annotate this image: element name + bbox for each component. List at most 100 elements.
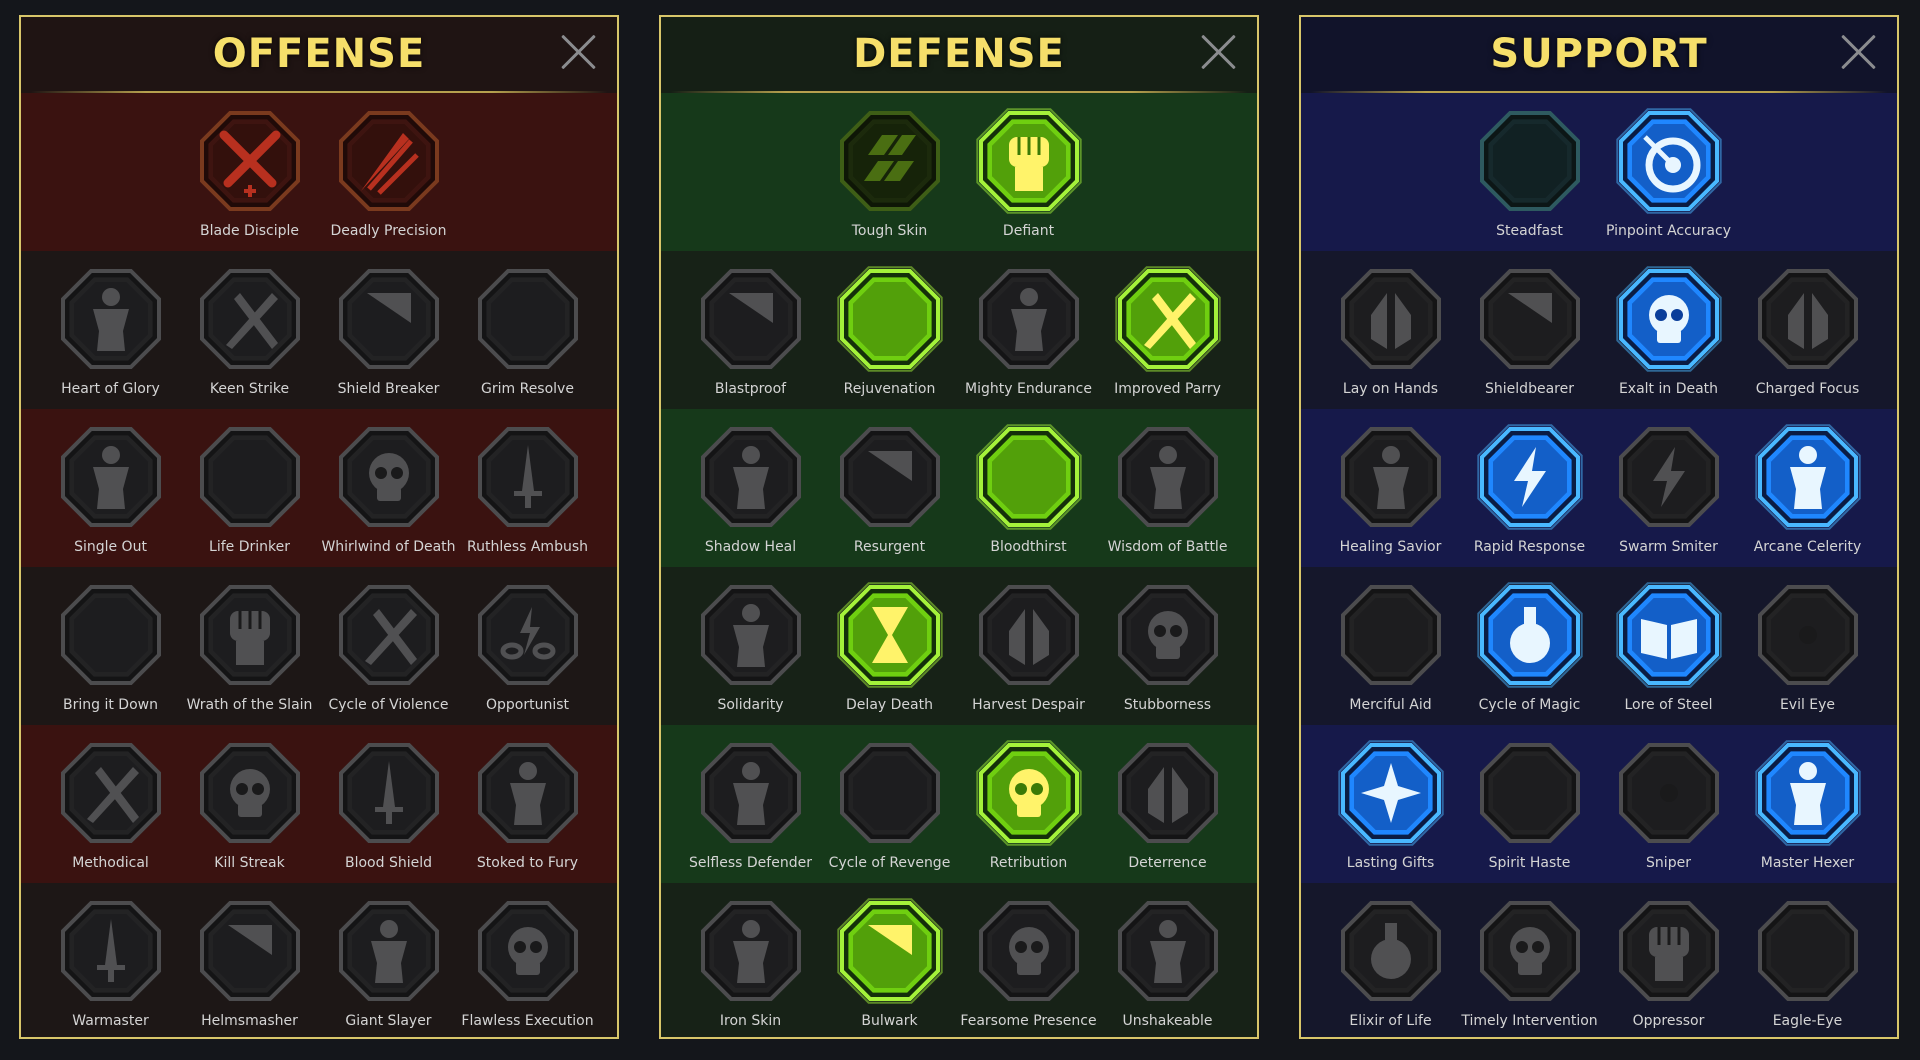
crowd-icon [701,585,801,685]
skill-kill-streak[interactable]: Kill Streak [190,725,309,883]
skill-defiant[interactable]: Defiant [969,93,1088,251]
skill-sniper[interactable]: Sniper [1609,725,1728,883]
skill-deadly-precision[interactable]: Deadly Precision [329,93,448,251]
skill-harvest-despair[interactable]: Harvest Despair [969,567,1088,725]
skill-elixir-of-life[interactable]: Elixir of Life [1331,883,1450,1037]
skill-wrath-of-the-slain[interactable]: Wrath of the Slain [187,567,312,725]
close-icon[interactable] [559,33,597,71]
skill-blade-disciple[interactable]: Blade Disciple [190,93,309,251]
close-icon[interactable] [1199,33,1237,71]
skill-delay-death[interactable]: Delay Death [830,567,949,725]
skill-label: Bulwark [861,1013,918,1029]
skill-helmsmasher[interactable]: Helmsmasher [190,883,309,1037]
skill-resurgent[interactable]: Resurgent [830,409,949,567]
skill-whirlwind-of-death[interactable]: Whirlwind of Death [321,409,456,567]
skill-giant-slayer[interactable]: Giant Slayer [329,883,448,1037]
skill-label: Stoked to Fury [476,855,579,871]
skill-label: Opportunist [485,697,570,713]
skill-life-drinker[interactable]: Life Drinker [190,409,309,567]
skill-row-4: Merciful Aid Cycle of Magic Lore of Steel E… [1301,567,1897,725]
skill-blood-shield[interactable]: Blood Shield [329,725,448,883]
skill-timely-intervention[interactable]: Timely Intervention [1461,883,1598,1037]
skill-row-6: Elixir of Life Timely Intervention Oppress… [1301,883,1897,1037]
skill-spirit-haste[interactable]: Spirit Haste [1470,725,1589,883]
helmet-icon [200,901,300,1001]
skill-master-hexer[interactable]: Master Hexer [1748,725,1867,883]
skill-charged-focus[interactable]: Charged Focus [1748,251,1867,409]
open-book-icon [1616,582,1722,688]
skill-shadow-heal[interactable]: Shadow Heal [691,409,810,567]
skill-flawless-execution[interactable]: Flawless Execution [461,883,594,1037]
skill-steadfast[interactable]: Steadfast [1470,93,1589,251]
skill-improved-parry[interactable]: Improved Parry [1108,251,1227,409]
skill-deterrence[interactable]: Deterrence [1108,725,1227,883]
panel-title: SUPPORT [1490,31,1708,77]
lightning-icon [1477,424,1583,530]
skull-heart-icon [976,424,1082,530]
skill-retribution[interactable]: Retribution [969,725,1088,883]
skill-merciful-aid[interactable]: Merciful Aid [1331,567,1450,725]
skill-row-6: Iron Skin Bulwark Fearsome Presence Unshake… [661,883,1257,1037]
chains-bolt-icon [478,585,578,685]
skill-heart-of-glory[interactable]: Heart of Glory [51,251,170,409]
skill-single-out[interactable]: Single Out [51,409,170,567]
skill-row-3: Single Out Life Drinker Whirlwind of Death… [21,409,617,567]
dagger-slash-icon [339,111,439,211]
broken-shield-icon [339,269,439,369]
praying-hands-icon [1341,269,1441,369]
skill-lasting-gifts[interactable]: Lasting Gifts [1331,725,1450,883]
skill-selfless-defender[interactable]: Selfless Defender [689,725,812,883]
skill-iron-skin[interactable]: Iron Skin [691,883,810,1037]
skill-mighty-endurance[interactable]: Mighty Endurance [965,251,1092,409]
skill-unshakeable[interactable]: Unshakeable [1108,883,1227,1037]
skill-bring-it-down[interactable]: Bring it Down [51,567,170,725]
skill-wisdom-of-battle[interactable]: Wisdom of Battle [1108,409,1227,567]
skill-label: Swarm Smiter [1619,539,1718,555]
skill-lay-on-hands[interactable]: Lay on Hands [1331,251,1450,409]
skill-bulwark[interactable]: Bulwark [830,883,949,1037]
skill-shield-breaker[interactable]: Shield Breaker [329,251,448,409]
skull-whirl-icon [339,427,439,527]
skill-cycle-of-magic[interactable]: Cycle of Magic [1470,567,1589,725]
skill-rapid-response[interactable]: Rapid Response [1470,409,1589,567]
shield-ring-icon [1480,269,1580,369]
close-icon[interactable] [1839,33,1877,71]
skill-oppressor[interactable]: Oppressor [1609,883,1728,1037]
defense-panel: DEFENSE Tough Skin Defiant Blastproof Rejuve… [659,15,1259,1039]
skill-cycle-of-violence[interactable]: Cycle of Violence [328,567,449,725]
skill-exalt-in-death[interactable]: Exalt in Death [1609,251,1728,409]
skill-grim-resolve[interactable]: Grim Resolve [468,251,587,409]
skill-keen-strike[interactable]: Keen Strike [190,251,309,409]
skill-rejuvenation[interactable]: Rejuvenation [830,251,949,409]
skill-label: Warmaster [72,1013,149,1029]
skill-shieldbearer[interactable]: Shieldbearer [1470,251,1589,409]
skill-row-6: Warmaster Helmsmasher Giant Slayer Flawless… [21,883,617,1037]
skill-solidarity[interactable]: Solidarity [691,567,810,725]
skill-tough-skin[interactable]: Tough Skin [830,93,949,251]
skill-row-5: Methodical Kill Streak Blood Shield Stoked … [21,725,617,883]
skill-fearsome-presence[interactable]: Fearsome Presence [960,883,1097,1037]
skill-stubborness[interactable]: Stubborness [1108,567,1227,725]
skill-methodical[interactable]: Methodical [51,725,170,883]
skill-eagle-eye[interactable]: Eagle-Eye [1748,883,1867,1037]
skill-lore-of-steel[interactable]: Lore of Steel [1609,567,1728,725]
skill-stoked-to-fury[interactable]: Stoked to Fury [468,725,587,883]
skill-healing-savior[interactable]: Healing Savior [1331,409,1450,567]
skill-blastproof[interactable]: Blastproof [691,251,810,409]
drops-icon [840,743,940,843]
skull-burst-icon [976,740,1082,846]
skill-arcane-celerity[interactable]: Arcane Celerity [1748,409,1867,567]
skill-evil-eye[interactable]: Evil Eye [1748,567,1867,725]
skill-swarm-smiter[interactable]: Swarm Smiter [1609,409,1728,567]
voodoo-doll-icon [1755,740,1861,846]
skill-warmaster[interactable]: Warmaster [51,883,170,1037]
skill-pinpoint-accuracy[interactable]: Pinpoint Accuracy [1606,93,1731,251]
skill-ruthless-ambush[interactable]: Ruthless Ambush [467,409,588,567]
skill-opportunist[interactable]: Opportunist [468,567,587,725]
panel-title: OFFENSE [212,31,426,77]
skill-row-1: Tough Skin Defiant [661,93,1257,251]
skill-cycle-of-revenge[interactable]: Cycle of Revenge [829,725,950,883]
skill-label: Kill Streak [214,855,285,871]
skill-bloodthirst[interactable]: Bloodthirst [969,409,1088,567]
axe-icon [339,585,439,685]
